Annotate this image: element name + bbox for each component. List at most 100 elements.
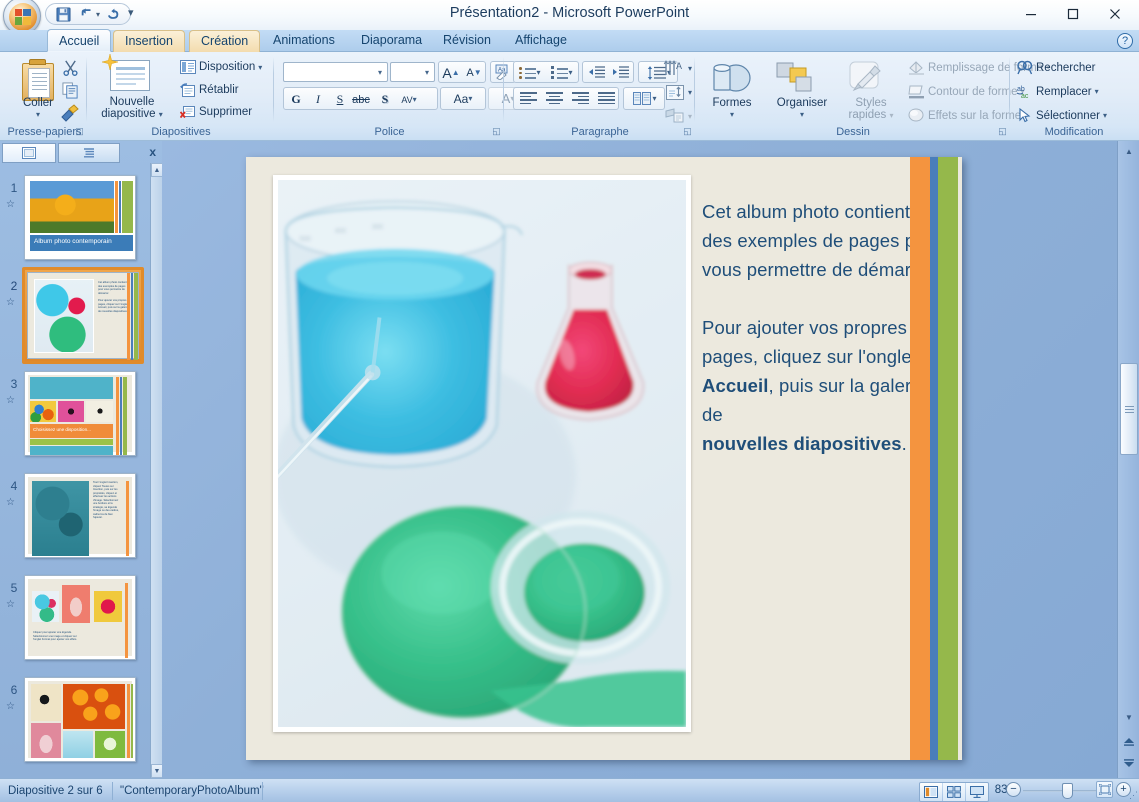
layout-button[interactable]: Disposition ▾ bbox=[180, 60, 262, 74]
decrease-indent-button[interactable] bbox=[585, 65, 608, 80]
panel-scrollbar[interactable]: ▲ ▼ bbox=[150, 163, 163, 778]
font-name-dropdown-icon[interactable]: ▾ bbox=[378, 68, 387, 77]
paste-caret-icon[interactable]: ▾ bbox=[8, 109, 68, 121]
format-painter-icon[interactable] bbox=[60, 104, 80, 127]
columns-button[interactable]: ▾ bbox=[627, 92, 663, 105]
slide-thumb-4[interactable]: Tout l'onglet Insertion, cliquez Toutes … bbox=[24, 473, 136, 558]
shapes-icon[interactable] bbox=[710, 60, 754, 99]
bold-button[interactable]: G bbox=[285, 89, 307, 110]
quick-styles-caret-icon[interactable]: ▾ bbox=[889, 111, 893, 120]
tab-insertion[interactable]: Insertion bbox=[113, 30, 185, 52]
thumbnail-item-1[interactable]: 1 ☆ Album photo contemporain bbox=[0, 173, 150, 263]
tab-creation[interactable]: Création bbox=[189, 30, 261, 52]
slide-counter[interactable]: Diapositive 2 sur 6 bbox=[2, 783, 109, 799]
zoom-slider-handle[interactable] bbox=[1062, 783, 1073, 799]
slide-photo[interactable]: 500 400 300 bbox=[273, 175, 691, 732]
layout-caret-icon[interactable]: ▾ bbox=[258, 63, 262, 72]
close-panel-button[interactable]: x bbox=[149, 145, 156, 159]
align-left-button[interactable] bbox=[516, 92, 540, 105]
thumbnail-item-2[interactable]: 2 ☆ Cet album photo contient des exemple… bbox=[0, 267, 150, 367]
slide-editing-area[interactable]: 500 400 300 Cet album photo contient des… bbox=[162, 141, 1117, 778]
close-button[interactable] bbox=[1095, 2, 1135, 26]
slide-thumb-5[interactable]: Cliquez pour ajouter une légende. Sélect… bbox=[24, 575, 136, 660]
justify-button[interactable] bbox=[594, 92, 618, 105]
scroll-up-button[interactable]: ▲ bbox=[1120, 143, 1138, 160]
resize-grip[interactable]: ⋰ bbox=[1129, 790, 1138, 801]
strikethrough-button[interactable]: abc bbox=[350, 89, 372, 110]
arrange-icon[interactable] bbox=[776, 62, 816, 99]
theme-name[interactable]: "ContemporaryPhotoAlbum" bbox=[114, 783, 270, 799]
slide-thumb-6[interactable] bbox=[24, 677, 136, 762]
arrange-caret-icon[interactable]: ▾ bbox=[764, 109, 840, 121]
select-button[interactable]: Sélectionner ▾ bbox=[1017, 108, 1107, 123]
align-center-button[interactable] bbox=[542, 92, 566, 105]
align-text-button[interactable]: ▾ bbox=[665, 84, 692, 101]
tab-accueil[interactable]: Accueil bbox=[47, 29, 112, 52]
numbering-button[interactable]: ▾ bbox=[549, 65, 575, 80]
previous-slide-button[interactable] bbox=[1120, 733, 1138, 750]
maximize-button[interactable] bbox=[1053, 2, 1093, 26]
copy-icon[interactable] bbox=[62, 82, 79, 104]
shapes-caret-icon[interactable]: ▾ bbox=[700, 109, 764, 121]
increase-indent-button[interactable] bbox=[609, 65, 632, 80]
normal-view-button[interactable] bbox=[920, 783, 942, 801]
text-direction-button[interactable]: A ▾ bbox=[663, 60, 692, 76]
thumbnail-item-3[interactable]: 3 ☆ Choisissez une disposition... bbox=[0, 369, 150, 459]
find-button[interactable]: Rechercher bbox=[1017, 60, 1095, 75]
quick-styles-button[interactable]: Styles rapides ▾ bbox=[840, 97, 902, 122]
cut-icon[interactable] bbox=[62, 59, 79, 81]
replace-caret-icon[interactable]: ▾ bbox=[1095, 87, 1099, 96]
dessin-dialog-launcher[interactable]: ◱ bbox=[997, 126, 1008, 137]
shapes-button[interactable]: Formes ▾ bbox=[700, 97, 764, 121]
character-spacing-caret-icon[interactable]: ▾ bbox=[413, 95, 417, 104]
thumbnail-item-5[interactable]: 5 ☆ Cliquez pour ajouter une légende. Sé… bbox=[0, 573, 150, 663]
bullets-button[interactable]: ▾ bbox=[517, 65, 543, 80]
police-dialog-launcher[interactable]: ◱ bbox=[491, 126, 502, 137]
change-case-caret-icon[interactable]: ▾ bbox=[468, 94, 472, 103]
convert-smartart-caret-icon[interactable]: ▾ bbox=[688, 112, 692, 121]
italic-button[interactable]: I bbox=[307, 89, 329, 110]
convert-smartart-button[interactable]: ▾ bbox=[665, 108, 692, 124]
tab-animations[interactable]: Animations bbox=[262, 30, 346, 52]
minimize-button[interactable] bbox=[1011, 2, 1051, 26]
numbering-caret-icon[interactable]: ▾ bbox=[568, 68, 572, 77]
align-right-button[interactable] bbox=[568, 92, 592, 105]
tab-affichage[interactable]: Affichage bbox=[504, 30, 578, 52]
text-direction-caret-icon[interactable]: ▾ bbox=[688, 64, 692, 73]
grow-font-button[interactable]: A ▲ bbox=[440, 62, 462, 83]
shrink-font-button[interactable]: A ▼ bbox=[463, 62, 485, 83]
arrange-button[interactable]: Organiser ▾ bbox=[764, 97, 840, 121]
change-case-button[interactable]: Aa ▾ bbox=[440, 87, 486, 110]
zoom-out-button[interactable]: − bbox=[1006, 782, 1021, 797]
underline-button[interactable]: S bbox=[329, 89, 351, 110]
slide-thumb-3[interactable]: Choisissez une disposition... bbox=[24, 371, 136, 456]
font-size-input[interactable]: ▾ bbox=[390, 62, 435, 82]
font-size-dropdown-icon[interactable]: ▾ bbox=[425, 68, 434, 77]
scrollbar-thumb[interactable] bbox=[1120, 363, 1138, 455]
text-shadow-button[interactable]: S bbox=[374, 89, 396, 110]
current-slide[interactable]: 500 400 300 Cet album photo contient des… bbox=[246, 157, 962, 760]
scroll-down-button[interactable]: ▼ bbox=[1120, 709, 1138, 726]
presse-papiers-dialog-launcher[interactable]: ◱ bbox=[74, 126, 85, 137]
slide-thumb-2[interactable]: Cet album photo contient des exemples de… bbox=[27, 272, 139, 360]
slide-thumb-1[interactable]: Album photo contemporain bbox=[24, 175, 136, 260]
next-slide-button[interactable] bbox=[1120, 754, 1138, 771]
replace-button[interactable]: ab ac Remplacer ▾ bbox=[1017, 84, 1099, 99]
outline-tab[interactable] bbox=[58, 143, 120, 163]
font-name-input[interactable]: ▾ bbox=[283, 62, 388, 82]
thumbnail-item-6[interactable]: 6 ☆ bbox=[0, 675, 150, 765]
slides-tab[interactable] bbox=[2, 143, 56, 163]
character-spacing-button[interactable]: AV ▾ bbox=[394, 89, 424, 110]
help-icon[interactable]: ? bbox=[1117, 33, 1133, 49]
shape-outline-button[interactable]: Contour de forme ▾ bbox=[908, 84, 1025, 99]
slide-scrollbar[interactable]: ▲ ▼ bbox=[1117, 141, 1139, 778]
thumbnail-item-4[interactable]: 4 ☆ Tout l'onglet Insertion, cliquez Tou… bbox=[0, 471, 150, 561]
columns-caret-icon[interactable]: ▾ bbox=[652, 94, 656, 103]
paragraphe-dialog-launcher[interactable]: ◱ bbox=[682, 126, 693, 137]
tab-diaporama[interactable]: Diaporama bbox=[350, 30, 433, 52]
select-caret-icon[interactable]: ▾ bbox=[1103, 111, 1107, 120]
bullets-caret-icon[interactable]: ▾ bbox=[536, 68, 540, 77]
slideshow-button[interactable] bbox=[966, 783, 988, 801]
fit-slide-to-window-button[interactable] bbox=[1096, 781, 1113, 798]
delete-slide-button[interactable]: Supprimer bbox=[180, 105, 252, 119]
